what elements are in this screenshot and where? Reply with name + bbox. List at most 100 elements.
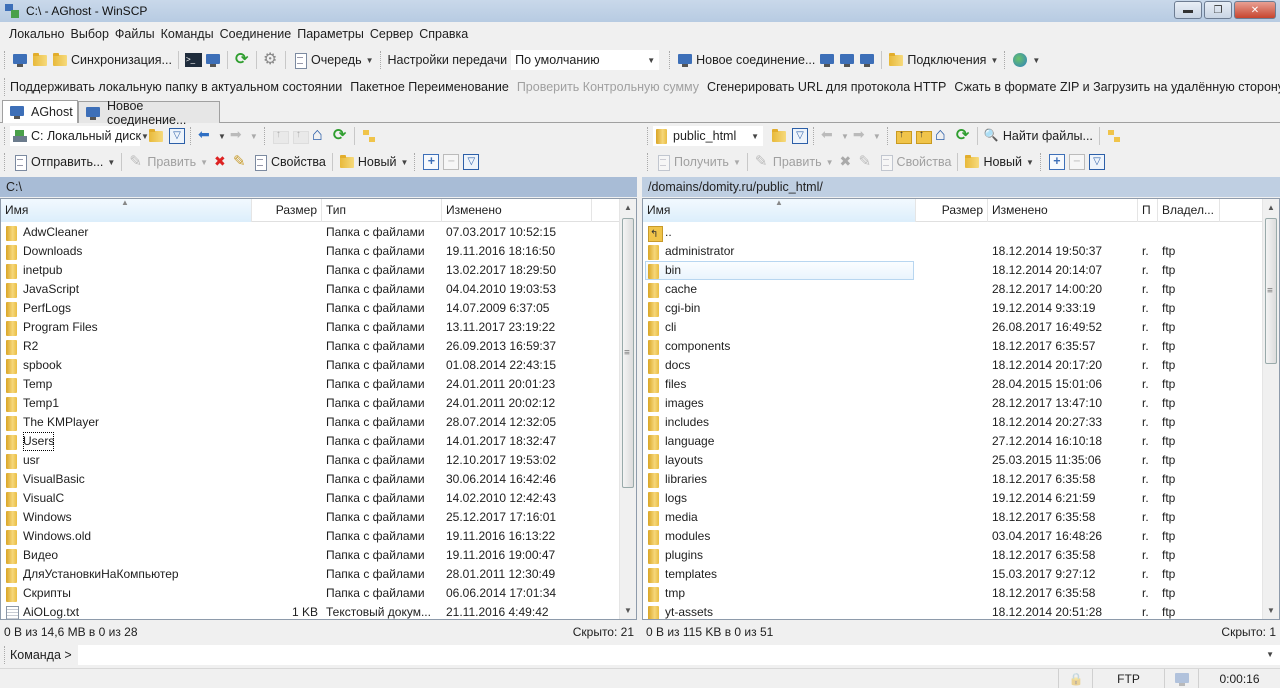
menu-local[interactable]: Локально — [6, 27, 68, 41]
scroll-thumb[interactable] — [622, 218, 634, 488]
file-row[interactable]: includes 18.12.2014 20:27:33 r. ftp — [643, 413, 1262, 432]
file-row[interactable]: language 27.12.2014 16:10:18 r. ftp — [643, 432, 1262, 451]
disconnect-button[interactable] — [837, 49, 857, 71]
compare-dirs-button[interactable] — [10, 49, 30, 71]
file-row[interactable]: Program Files Папка с файлами 13.11.2017 2… — [1, 318, 619, 337]
file-row[interactable]: yt-assets 18.12.2014 20:51:28 r. ftp — [643, 603, 1262, 619]
toolbar-grip[interactable] — [1039, 153, 1043, 171]
remote-file-list[interactable]: Имя ▲ Размер Изменено П Владел... .. admin… — [642, 198, 1280, 620]
local-parent-dir-button[interactable] — [270, 125, 290, 147]
toolbar-grip[interactable] — [190, 127, 193, 145]
file-row[interactable]: Windows Папка с файлами 25.12.2017 17:16:0… — [1, 508, 619, 527]
local-properties-button[interactable]: Свойства — [250, 151, 328, 173]
local-new-button[interactable]: Новый ▼ — [337, 151, 411, 173]
remote-filter-select-button[interactable] — [1086, 151, 1106, 173]
toolbar-grip[interactable] — [647, 127, 650, 145]
menu-options[interactable]: Параметры — [294, 27, 367, 41]
local-unselect-button[interactable] — [440, 151, 460, 173]
local-send-button[interactable]: Отправить... ▼ — [10, 151, 117, 173]
col-size[interactable]: Размер — [916, 199, 988, 222]
remote-unselect-button[interactable] — [1066, 151, 1086, 173]
menu-remote[interactable]: Сервер — [367, 27, 416, 41]
chevron-down-icon[interactable]: ▼ — [1266, 650, 1274, 659]
file-row[interactable]: Temp Папка с файлами 24.01.2011 20:01:23 — [1, 375, 619, 394]
file-row[interactable]: AdwCleaner Папка с файлами 07.03.2017 10:5… — [1, 223, 619, 242]
col-name[interactable]: Имя ▲ — [1, 199, 252, 222]
local-filter-select-button[interactable] — [460, 151, 480, 173]
file-row[interactable]: logs 19.12.2014 6:21:59 r. ftp — [643, 489, 1262, 508]
remote-dir-select[interactable]: public_html ▼ — [653, 126, 763, 146]
file-row[interactable]: usr Папка с файлами 12.10.2017 19:53:02 — [1, 451, 619, 470]
file-row[interactable]: JavaScript Папка с файлами 04.04.2010 19:0… — [1, 280, 619, 299]
remote-delete-button[interactable] — [836, 151, 856, 173]
duplicate-session-button[interactable] — [817, 49, 837, 71]
file-row[interactable]: Users Папка с файлами 14.01.2017 18:32:47 — [1, 432, 619, 451]
file-row[interactable]: docs 18.12.2014 20:17:20 r. ftp — [643, 356, 1262, 375]
col-name[interactable]: Имя ▲ — [643, 199, 916, 222]
local-scrollbar[interactable]: ▲ ▼ — [619, 199, 636, 619]
file-row[interactable]: tmp 18.12.2017 6:35:58 r. ftp — [643, 584, 1262, 603]
queue-button[interactable]: Очередь ▼ — [290, 49, 376, 71]
col-type[interactable]: Тип — [322, 199, 442, 222]
close-button[interactable]: ✕ — [1234, 1, 1276, 19]
remote-tree-button[interactable] — [1104, 125, 1124, 147]
local-open-dir-button[interactable] — [146, 125, 166, 147]
toolbar-grip[interactable] — [4, 78, 5, 96]
toolbar-grip[interactable] — [813, 127, 816, 145]
file-row[interactable]: AiOLog.txt 1 KB Текстовый докум... 21.11.20… — [1, 603, 619, 619]
menu-session[interactable]: Соединение — [217, 27, 295, 41]
file-row[interactable]: Видео Папка с файлами 19.11.2016 19:00:47 — [1, 546, 619, 565]
file-row[interactable]: administrator 18.12.2014 19:50:37 r. ftp — [643, 242, 1262, 261]
toolbar-grip[interactable] — [4, 646, 7, 664]
file-row[interactable]: cli 26.08.2017 16:49:52 r. ftp — [643, 318, 1262, 337]
menu-help[interactable]: Справка — [416, 27, 471, 41]
toolbar-grip[interactable] — [647, 153, 650, 171]
remote-root-dir-button[interactable] — [913, 125, 933, 147]
putty-button[interactable] — [203, 49, 223, 71]
menu-files[interactable]: Файлы — [112, 27, 158, 41]
batch-rename-button[interactable]: Пакетное Переименование — [348, 76, 511, 98]
file-row[interactable]: ДляУстановкиНаКомпьютер Папка с файлами 28… — [1, 565, 619, 584]
minimize-button[interactable]: ▬ — [1174, 1, 1202, 19]
file-row[interactable]: The KMPlayer Папка с файлами 28.07.2014 12… — [1, 413, 619, 432]
remote-edit-button[interactable]: Править▼ — [752, 151, 836, 173]
synchronize-button[interactable]: Синхронизация... — [50, 49, 174, 71]
toolbar-grip[interactable] — [669, 51, 672, 69]
remote-get-button[interactable]: Получить ▼ — [653, 151, 743, 173]
file-row[interactable]: VisualBasic Папка с файлами 30.06.2014 16:… — [1, 470, 619, 489]
file-row[interactable]: .. — [643, 223, 1262, 242]
remote-properties-button[interactable]: Свойства — [876, 151, 954, 173]
col-modified[interactable]: Изменено — [988, 199, 1138, 222]
file-row[interactable]: files 28.04.2015 15:01:06 r. ftp — [643, 375, 1262, 394]
remote-forward-button[interactable]: ▼ — [851, 125, 883, 147]
file-row[interactable]: images 28.12.2017 13:47:10 r. ftp — [643, 394, 1262, 413]
col-rights[interactable]: П — [1138, 199, 1158, 222]
remote-scrollbar[interactable]: ▲ ▼ — [1262, 199, 1279, 619]
generate-http-url-button[interactable]: Сгенерировать URL для протокола HTTP — [705, 76, 948, 98]
file-row[interactable]: VisualC Папка с файлами 14.02.2010 12:42:4… — [1, 489, 619, 508]
file-row[interactable]: libraries 18.12.2017 6:35:58 r. ftp — [643, 470, 1262, 489]
keep-local-updated-button[interactable]: Поддерживать локальную папку в актуально… — [8, 76, 344, 98]
toolbar-grip[interactable] — [414, 153, 417, 171]
file-row[interactable]: media 18.12.2017 6:35:58 r. ftp — [643, 508, 1262, 527]
remote-filter-button[interactable] — [789, 125, 809, 147]
connections-button[interactable]: Подключения ▼ — [886, 49, 1000, 71]
file-row[interactable]: cache 28.12.2017 14:00:20 r. ftp — [643, 280, 1262, 299]
local-edit-button[interactable]: Править▼ — [126, 151, 210, 173]
toolbar-grip[interactable] — [1004, 51, 1007, 69]
zip-upload-button[interactable]: Сжать в формате ZIP и Загрузить на удалё… — [952, 76, 1280, 98]
file-row[interactable]: plugins 18.12.2017 6:35:58 r. ftp — [643, 546, 1262, 565]
command-input[interactable]: ▼ — [77, 645, 1280, 665]
terminal-button[interactable] — [183, 49, 203, 71]
local-file-list[interactable]: Имя ▲ Размер Тип Изменено AdwCleaner Папка… — [0, 198, 637, 620]
transfer-preset-select[interactable]: По умолчанию ▼ — [511, 50, 660, 70]
preferences-button[interactable] — [261, 49, 281, 71]
toolbar-grip[interactable] — [886, 127, 890, 145]
refresh-sync-button[interactable] — [232, 49, 252, 71]
file-row[interactable]: Скрипты Папка с файлами 06.06.2014 17:01:3… — [1, 584, 619, 603]
local-delete-button[interactable] — [210, 151, 230, 173]
local-tree-button[interactable] — [359, 125, 379, 147]
file-row[interactable]: spbook Папка с файлами 01.08.2014 22:43:15 — [1, 356, 619, 375]
local-refresh-button[interactable] — [330, 125, 350, 147]
file-row[interactable]: modules 03.04.2017 16:48:26 r. ftp — [643, 527, 1262, 546]
